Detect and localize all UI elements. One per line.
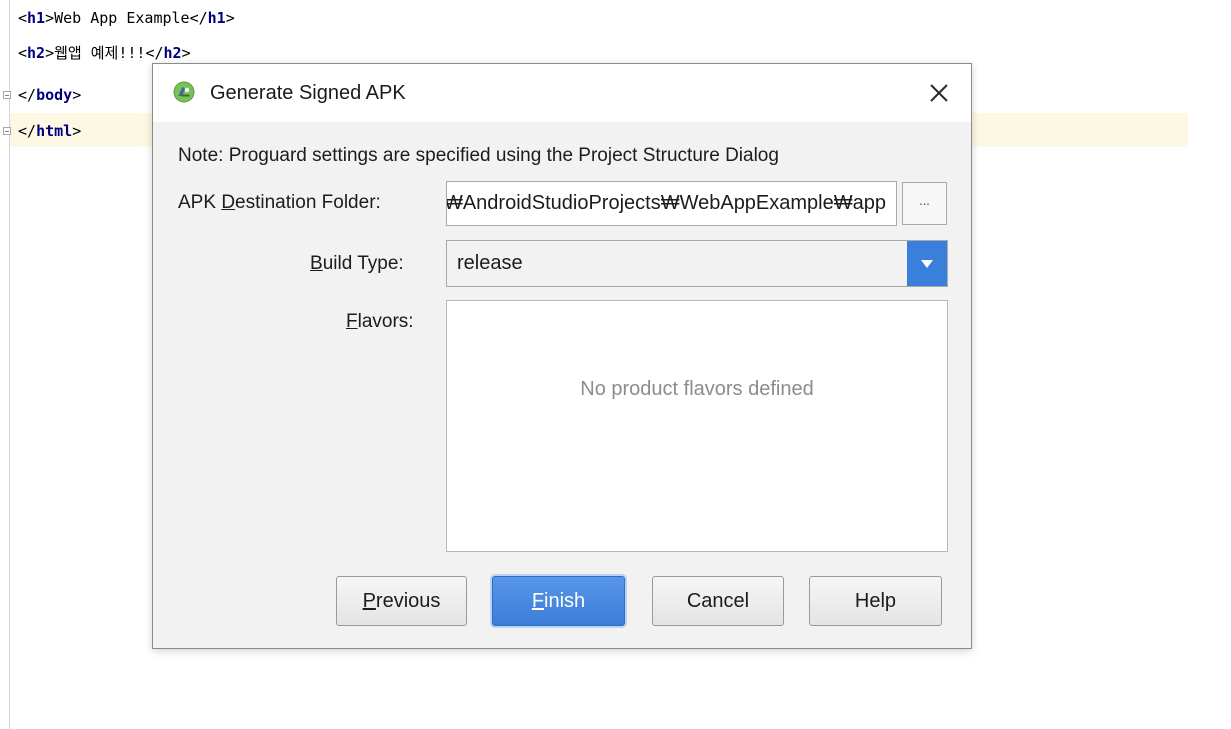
- fold-marker-icon[interactable]: [3, 127, 11, 135]
- build-type-value: release: [457, 252, 523, 274]
- help-button[interactable]: Help: [809, 576, 942, 626]
- generate-signed-apk-dialog: Generate Signed APK Note: Proguard setti…: [152, 63, 972, 649]
- dialog-title: Generate Signed APK: [210, 82, 406, 104]
- dialog-titlebar: Generate Signed APK: [153, 64, 971, 122]
- close-button[interactable]: [923, 77, 955, 109]
- android-studio-icon: [173, 81, 195, 103]
- cancel-button[interactable]: Cancel: [652, 576, 784, 626]
- code-line-h1: <h1>Web App Example</h1>: [18, 9, 235, 27]
- fold-marker-icon[interactable]: [3, 91, 11, 99]
- build-type-label: Build Type:: [310, 253, 404, 274]
- build-type-select[interactable]: release: [446, 240, 948, 287]
- browse-button[interactable]: ...: [902, 182, 947, 225]
- flavors-list[interactable]: No product flavors defined: [446, 300, 948, 552]
- previous-button[interactable]: Previous: [336, 576, 467, 626]
- proguard-note: Note: Proguard settings are specified us…: [178, 145, 779, 166]
- chevron-down-icon: [921, 260, 933, 268]
- close-icon: [930, 84, 948, 102]
- code-line-html-close: </html>: [18, 122, 82, 140]
- dialog-body: Note: Proguard settings are specified us…: [153, 122, 971, 648]
- screen: <h1>Web App Example</h1> <h2>웹앱 예제!!!</h…: [0, 0, 1231, 729]
- code-line-body-close: </body>: [18, 86, 82, 104]
- flavors-empty-message: No product flavors defined: [580, 378, 814, 400]
- editor-gutter: [9, 0, 10, 729]
- flavors-label: Flavors:: [346, 311, 414, 332]
- destination-folder-label: APK Destination Folder:: [178, 192, 381, 213]
- destination-folder-input[interactable]: C:₩Users₩User₩AndroidStudioProjects₩WebA…: [446, 181, 897, 226]
- dropdown-arrow[interactable]: [907, 241, 947, 286]
- finish-button[interactable]: Finish: [492, 576, 625, 626]
